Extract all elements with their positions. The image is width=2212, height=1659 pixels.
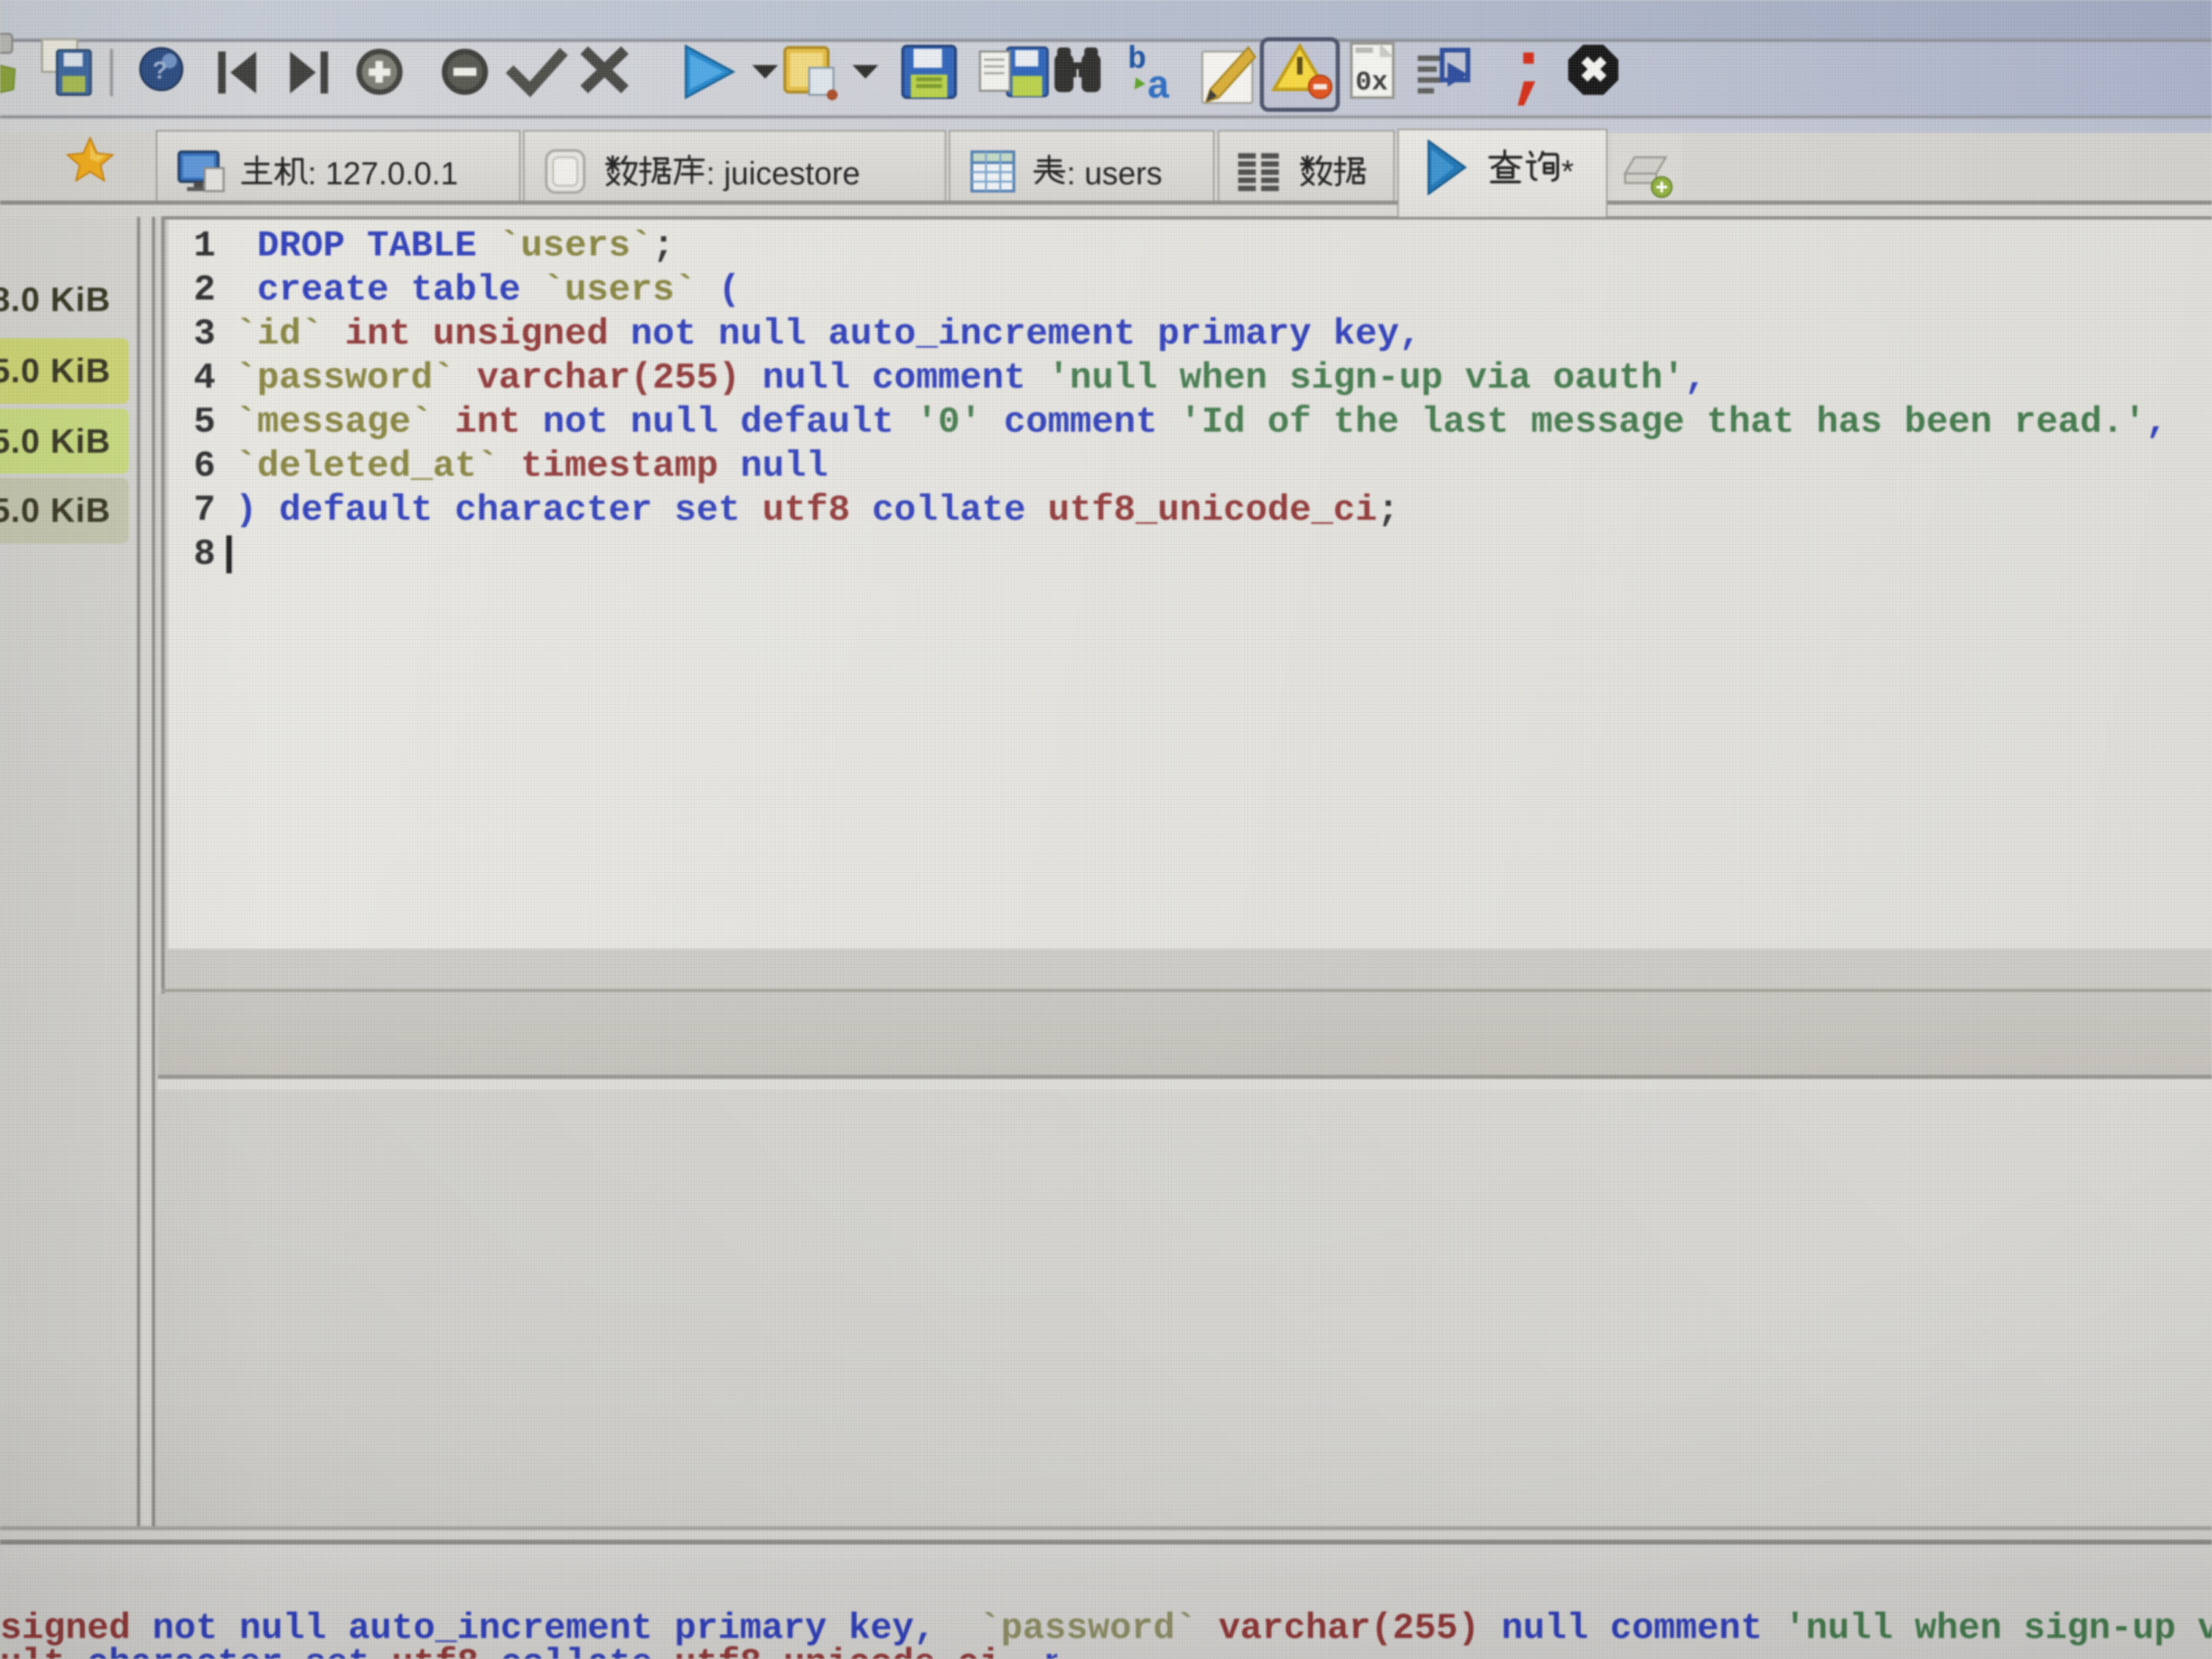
svg-text:a: a xyxy=(1147,66,1170,110)
svg-text:0x: 0x xyxy=(1355,68,1388,98)
svg-text:b: b xyxy=(1128,42,1147,77)
svg-text:?: ? xyxy=(152,56,167,84)
svg-text:;: ; xyxy=(1506,30,1551,115)
